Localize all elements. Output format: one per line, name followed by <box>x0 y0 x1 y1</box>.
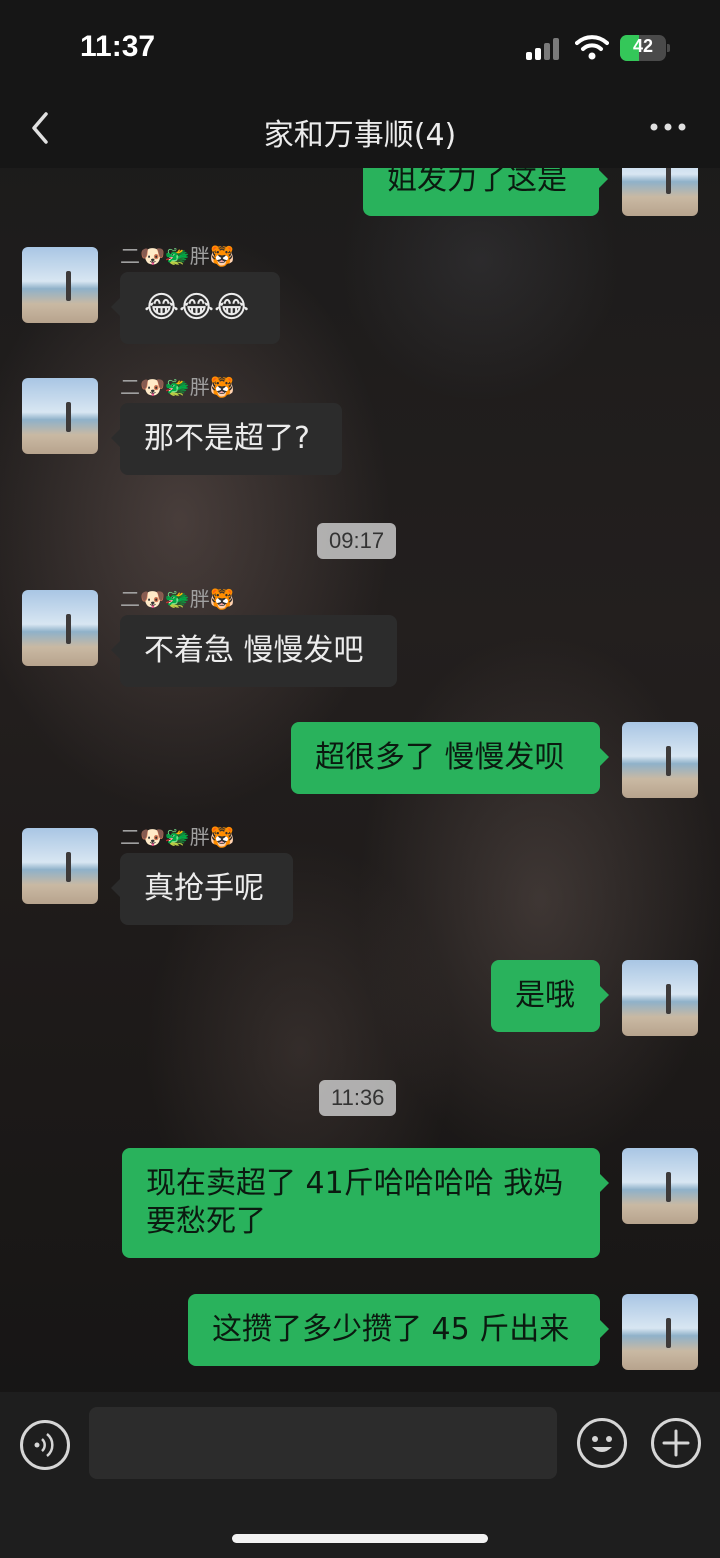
avatar-sender[interactable] <box>22 828 98 904</box>
message-bubble-outgoing[interactable]: 超很多了 慢慢发呗 <box>291 722 609 794</box>
message-bubble-outgoing[interactable]: 现在卖超了 41斤哈哈哈哈 我妈要愁死了 <box>122 1148 609 1258</box>
home-indicator <box>232 1534 488 1543</box>
message-bubble-incoming[interactable]: 真抢手呢 <box>111 853 293 925</box>
avatar-sender[interactable] <box>22 247 98 323</box>
timestamp-label: 09:17 <box>317 523 397 559</box>
battery-percent: 42 <box>632 36 654 56</box>
message-bubble-outgoing[interactable]: 是哦 <box>491 960 609 1032</box>
battery-icon: 42 <box>620 35 670 61</box>
message-bubble-outgoing[interactable]: 这攒了多少攒了 45 斤出来 <box>188 1294 609 1366</box>
signal-icon <box>526 38 562 60</box>
sender-name: 二🐶🐲胖🐯 <box>120 244 235 268</box>
avatar-self[interactable] <box>622 960 698 1036</box>
sender-name: 二🐶🐲胖🐯 <box>120 825 235 849</box>
chevron-left-icon <box>32 112 48 144</box>
timestamp-label: 11:36 <box>319 1080 397 1116</box>
avatar-self[interactable] <box>622 1294 698 1370</box>
message-input[interactable] <box>89 1407 557 1479</box>
back-button[interactable] <box>24 108 60 148</box>
wifi-icon <box>575 34 609 60</box>
message-bubble-incoming[interactable]: 不着急 慢慢发吧 <box>111 615 397 687</box>
avatar-self[interactable] <box>622 722 698 798</box>
sender-name: 二🐶🐲胖🐯 <box>120 375 235 399</box>
message-bubble-outgoing[interactable]: 姐发力了这是 <box>363 168 608 216</box>
status-bar: 11:37 42 <box>0 0 720 92</box>
chat-message-list[interactable]: 姐发力了这是 二🐶🐲胖🐯 😂😂😂 二🐶🐲胖🐯 那不是超了? 09:17 二🐶🐲胖… <box>0 168 720 1392</box>
message-bubble-incoming[interactable]: 那不是超了? <box>111 403 342 475</box>
emoji-icon <box>592 1436 612 1452</box>
status-time: 11:37 <box>80 30 156 63</box>
avatar-sender[interactable] <box>22 590 98 666</box>
avatar-self[interactable] <box>622 168 698 216</box>
more-button[interactable] <box>648 112 688 142</box>
avatar-self[interactable] <box>622 1148 698 1224</box>
plus-icon <box>662 1429 690 1457</box>
plus-button[interactable] <box>651 1418 701 1468</box>
voice-icon <box>34 1433 54 1457</box>
input-bar <box>0 1392 720 1558</box>
voice-button[interactable] <box>20 1420 70 1470</box>
emoji-button[interactable] <box>577 1418 627 1468</box>
more-dots-icon <box>650 123 686 131</box>
avatar-sender[interactable] <box>22 378 98 454</box>
message-bubble-incoming[interactable]: 😂😂😂 <box>111 272 280 344</box>
nav-bar: 家和万事顺(4) <box>0 92 720 168</box>
sender-name: 二🐶🐲胖🐯 <box>120 587 235 611</box>
chat-title: 家和万事顺(4) <box>263 118 457 153</box>
